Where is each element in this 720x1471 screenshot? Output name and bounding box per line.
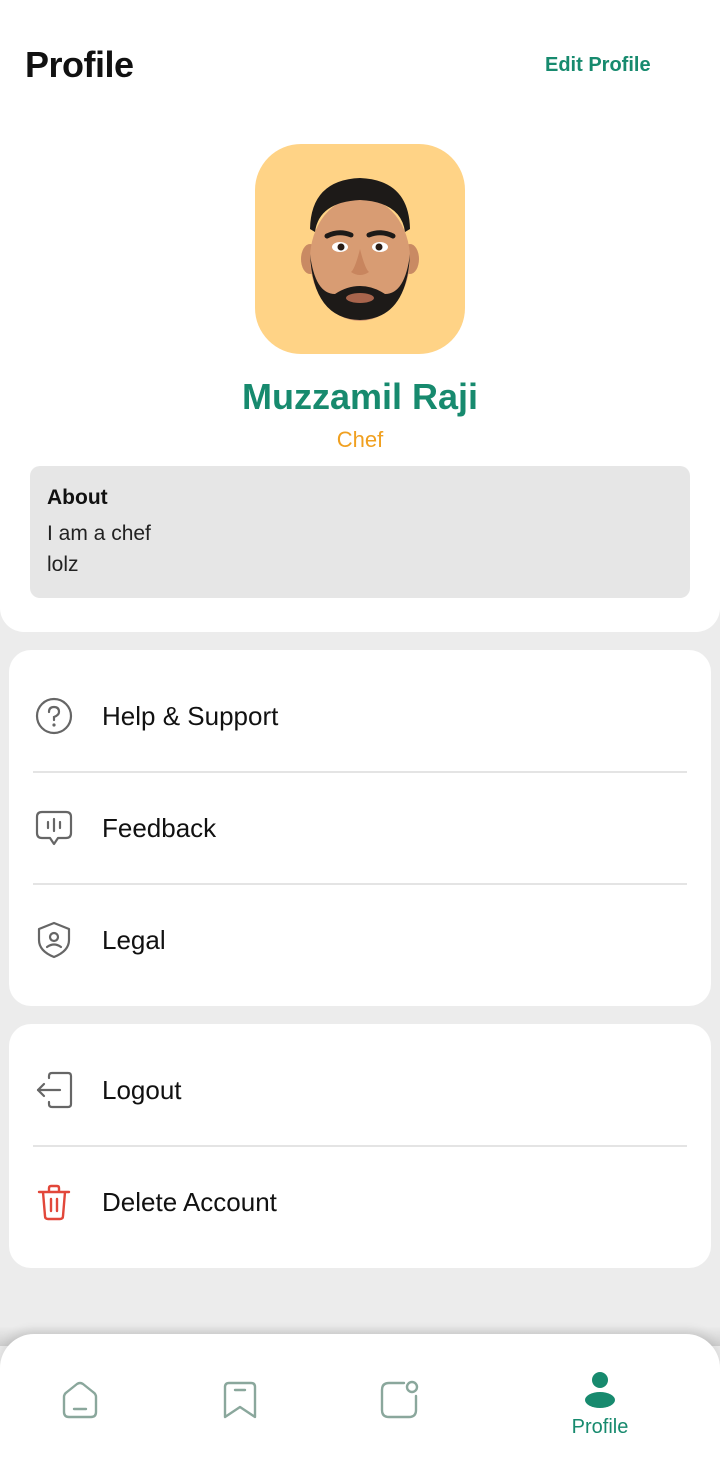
trash-icon [33,1181,75,1223]
profile-icon [578,1368,622,1412]
nav-notifications[interactable] [340,1334,460,1471]
menu-label: Legal [102,924,166,955]
menu-label: Logout [102,1074,182,1105]
support-menu-card: Help & Support Feedback Legal [9,650,711,1006]
menu-label: Delete Account [102,1186,277,1217]
help-circle-icon [33,695,75,737]
user-role: Chef [336,427,384,452]
bookmark-icon [218,1378,262,1422]
about-section: About I am a chef lolz [30,466,690,598]
nav-bookmarks[interactable] [180,1334,300,1471]
menu-item-help-support[interactable]: Help & Support [9,660,711,772]
menu-item-logout[interactable]: Logout [9,1034,711,1146]
menu-item-legal[interactable]: Legal [9,884,711,996]
logout-icon [33,1069,75,1111]
nav-home[interactable] [20,1334,140,1471]
nav-profile[interactable]: Profile [540,1334,660,1471]
edit-profile-link[interactable]: Edit Profile [545,54,651,77]
user-name: Muzzamil Raji [241,376,479,417]
about-text: I am a chef lolz [47,522,151,576]
about-title: About [47,486,108,509]
menu-label: Feedback [102,812,217,843]
feedback-icon [33,807,75,849]
profile-header-card: Profile Edit Profile Muzzamil Raji Chef … [0,0,720,632]
memoji-avatar-icon [301,178,419,321]
menu-label: Help & Support [102,700,279,731]
home-icon [58,1378,102,1422]
page-title: Profile [25,44,134,85]
account-menu-card: Logout Delete Account [9,1024,711,1268]
nav-profile-label: Profile [571,1416,629,1438]
notification-icon [378,1378,422,1422]
menu-item-feedback[interactable]: Feedback [9,772,711,884]
avatar[interactable] [255,144,465,354]
shield-user-icon [33,919,75,961]
bottom-nav: Profile [0,1334,720,1471]
menu-item-delete-account[interactable]: Delete Account [9,1146,711,1258]
